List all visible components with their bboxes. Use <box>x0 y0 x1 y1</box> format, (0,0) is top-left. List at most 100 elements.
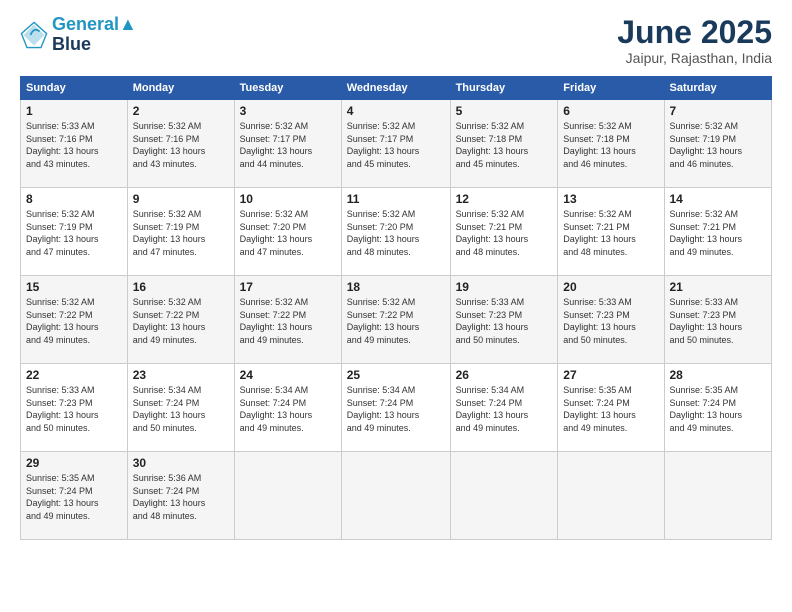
day-cell: 21 Sunrise: 5:33 AM Sunset: 7:23 PM Dayli… <box>664 276 772 364</box>
weekday-header-row: Sunday Monday Tuesday Wednesday Thursday… <box>21 77 772 100</box>
day-cell: 8Sunrise: 5:32 AM Sunset: 7:19 PM Daylig… <box>21 188 128 276</box>
day-info: Sunrise: 5:32 AM Sunset: 7:20 PM Dayligh… <box>240 208 336 258</box>
day-info: Sunrise: 5:35 AM Sunset: 7:24 PM Dayligh… <box>26 472 122 522</box>
day-cell: 29 Sunrise: 5:35 AM Sunset: 7:24 PM Dayli… <box>21 452 128 540</box>
day-cell: 11 Sunrise: 5:32 AM Sunset: 7:20 PM Dayli… <box>341 188 450 276</box>
day-cell <box>558 452 664 540</box>
day-cell: 18 Sunrise: 5:32 AM Sunset: 7:22 PM Dayli… <box>341 276 450 364</box>
day-info: Sunrise: 5:33 AM Sunset: 7:16 PM Dayligh… <box>26 120 122 170</box>
header-tuesday: Tuesday <box>234 77 341 100</box>
day-info: Sunrise: 5:33 AM Sunset: 7:23 PM Dayligh… <box>563 296 658 346</box>
day-number: 15 <box>26 280 122 294</box>
day-number: 28 <box>670 368 767 382</box>
day-info: Sunrise: 5:32 AM Sunset: 7:22 PM Dayligh… <box>347 296 445 346</box>
day-number: 12 <box>456 192 553 206</box>
header-monday: Monday <box>127 77 234 100</box>
day-info: Sunrise: 5:32 AM Sunset: 7:22 PM Dayligh… <box>26 296 122 346</box>
logo-blue: Blue <box>52 35 137 55</box>
day-number: 26 <box>456 368 553 382</box>
day-cell: 22Sunrise: 5:33 AM Sunset: 7:23 PM Dayli… <box>21 364 128 452</box>
month-title: June 2025 <box>617 15 772 50</box>
logo-icon <box>20 21 48 49</box>
day-number: 21 <box>670 280 767 294</box>
day-cell: 28Sunrise: 5:35 AM Sunset: 7:24 PM Dayli… <box>664 364 772 452</box>
day-info: Sunrise: 5:32 AM Sunset: 7:22 PM Dayligh… <box>133 296 229 346</box>
day-info: Sunrise: 5:33 AM Sunset: 7:23 PM Dayligh… <box>456 296 553 346</box>
day-cell: 17 Sunrise: 5:32 AM Sunset: 7:22 PM Dayli… <box>234 276 341 364</box>
day-number: 7 <box>670 104 767 118</box>
day-number: 19 <box>456 280 553 294</box>
day-info: Sunrise: 5:32 AM Sunset: 7:18 PM Dayligh… <box>563 120 658 170</box>
day-cell: 30Sunrise: 5:36 AM Sunset: 7:24 PM Dayli… <box>127 452 234 540</box>
day-number: 6 <box>563 104 658 118</box>
day-number: 17 <box>240 280 336 294</box>
day-cell: 16 Sunrise: 5:32 AM Sunset: 7:22 PM Dayli… <box>127 276 234 364</box>
day-number: 18 <box>347 280 445 294</box>
header-thursday: Thursday <box>450 77 558 100</box>
day-info: Sunrise: 5:32 AM Sunset: 7:21 PM Dayligh… <box>563 208 658 258</box>
week-row-4: 22Sunrise: 5:33 AM Sunset: 7:23 PM Dayli… <box>21 364 772 452</box>
day-cell: 25 Sunrise: 5:34 AM Sunset: 7:24 PM Dayli… <box>341 364 450 452</box>
day-info: Sunrise: 5:34 AM Sunset: 7:24 PM Dayligh… <box>347 384 445 434</box>
header-saturday: Saturday <box>664 77 772 100</box>
day-cell: 7 Sunrise: 5:32 AM Sunset: 7:19 PM Daylig… <box>664 100 772 188</box>
day-number: 16 <box>133 280 229 294</box>
day-cell: 27 Sunrise: 5:35 AM Sunset: 7:24 PM Dayli… <box>558 364 664 452</box>
logo: General▲ Blue <box>20 15 137 55</box>
week-row-5: 29 Sunrise: 5:35 AM Sunset: 7:24 PM Dayli… <box>21 452 772 540</box>
day-info: Sunrise: 5:32 AM Sunset: 7:17 PM Dayligh… <box>347 120 445 170</box>
day-cell: 15 Sunrise: 5:32 AM Sunset: 7:22 PM Dayli… <box>21 276 128 364</box>
day-cell: 2 Sunrise: 5:32 AM Sunset: 7:16 PM Daylig… <box>127 100 234 188</box>
day-info: Sunrise: 5:35 AM Sunset: 7:24 PM Dayligh… <box>563 384 658 434</box>
day-cell <box>234 452 341 540</box>
title-section: June 2025 Jaipur, Rajasthan, India <box>617 15 772 66</box>
day-cell: 24 Sunrise: 5:34 AM Sunset: 7:24 PM Dayli… <box>234 364 341 452</box>
day-number: 23 <box>133 368 229 382</box>
day-info: Sunrise: 5:34 AM Sunset: 7:24 PM Dayligh… <box>456 384 553 434</box>
day-number: 5 <box>456 104 553 118</box>
header-wednesday: Wednesday <box>341 77 450 100</box>
day-cell: 23 Sunrise: 5:34 AM Sunset: 7:24 PM Dayli… <box>127 364 234 452</box>
day-number: 24 <box>240 368 336 382</box>
location: Jaipur, Rajasthan, India <box>617 50 772 66</box>
day-number: 20 <box>563 280 658 294</box>
day-cell: 3 Sunrise: 5:32 AM Sunset: 7:17 PM Daylig… <box>234 100 341 188</box>
day-info: Sunrise: 5:32 AM Sunset: 7:16 PM Dayligh… <box>133 120 229 170</box>
day-cell: 6 Sunrise: 5:32 AM Sunset: 7:18 PM Daylig… <box>558 100 664 188</box>
day-number: 27 <box>563 368 658 382</box>
day-number: 2 <box>133 104 229 118</box>
day-info: Sunrise: 5:32 AM Sunset: 7:21 PM Dayligh… <box>670 208 767 258</box>
header-sunday: Sunday <box>21 77 128 100</box>
day-info: Sunrise: 5:32 AM Sunset: 7:20 PM Dayligh… <box>347 208 445 258</box>
day-info: Sunrise: 5:34 AM Sunset: 7:24 PM Dayligh… <box>240 384 336 434</box>
day-info: Sunrise: 5:34 AM Sunset: 7:24 PM Dayligh… <box>133 384 229 434</box>
day-number: 3 <box>240 104 336 118</box>
day-number: 1 <box>26 104 122 118</box>
day-cell <box>664 452 772 540</box>
day-info: Sunrise: 5:32 AM Sunset: 7:19 PM Dayligh… <box>133 208 229 258</box>
day-info: Sunrise: 5:36 AM Sunset: 7:24 PM Dayligh… <box>133 472 229 522</box>
day-info: Sunrise: 5:32 AM Sunset: 7:19 PM Dayligh… <box>26 208 122 258</box>
logo-general: General <box>52 14 119 34</box>
day-number: 25 <box>347 368 445 382</box>
day-cell: 20 Sunrise: 5:33 AM Sunset: 7:23 PM Dayli… <box>558 276 664 364</box>
day-cell <box>450 452 558 540</box>
day-number: 29 <box>26 456 122 470</box>
day-number: 11 <box>347 192 445 206</box>
week-row-1: 1 Sunrise: 5:33 AM Sunset: 7:16 PM Daylig… <box>21 100 772 188</box>
week-row-3: 15 Sunrise: 5:32 AM Sunset: 7:22 PM Dayli… <box>21 276 772 364</box>
day-number: 22 <box>26 368 122 382</box>
header: General▲ Blue June 2025 Jaipur, Rajastha… <box>20 15 772 66</box>
day-cell: 5 Sunrise: 5:32 AM Sunset: 7:18 PM Daylig… <box>450 100 558 188</box>
day-number: 4 <box>347 104 445 118</box>
day-info: Sunrise: 5:32 AM Sunset: 7:18 PM Dayligh… <box>456 120 553 170</box>
day-info: Sunrise: 5:32 AM Sunset: 7:17 PM Dayligh… <box>240 120 336 170</box>
day-number: 14 <box>670 192 767 206</box>
day-number: 10 <box>240 192 336 206</box>
day-info: Sunrise: 5:32 AM Sunset: 7:19 PM Dayligh… <box>670 120 767 170</box>
day-info: Sunrise: 5:33 AM Sunset: 7:23 PM Dayligh… <box>670 296 767 346</box>
week-row-2: 8Sunrise: 5:32 AM Sunset: 7:19 PM Daylig… <box>21 188 772 276</box>
day-cell: 14 Sunrise: 5:32 AM Sunset: 7:21 PM Dayli… <box>664 188 772 276</box>
day-info: Sunrise: 5:32 AM Sunset: 7:22 PM Dayligh… <box>240 296 336 346</box>
day-cell: 19 Sunrise: 5:33 AM Sunset: 7:23 PM Dayli… <box>450 276 558 364</box>
